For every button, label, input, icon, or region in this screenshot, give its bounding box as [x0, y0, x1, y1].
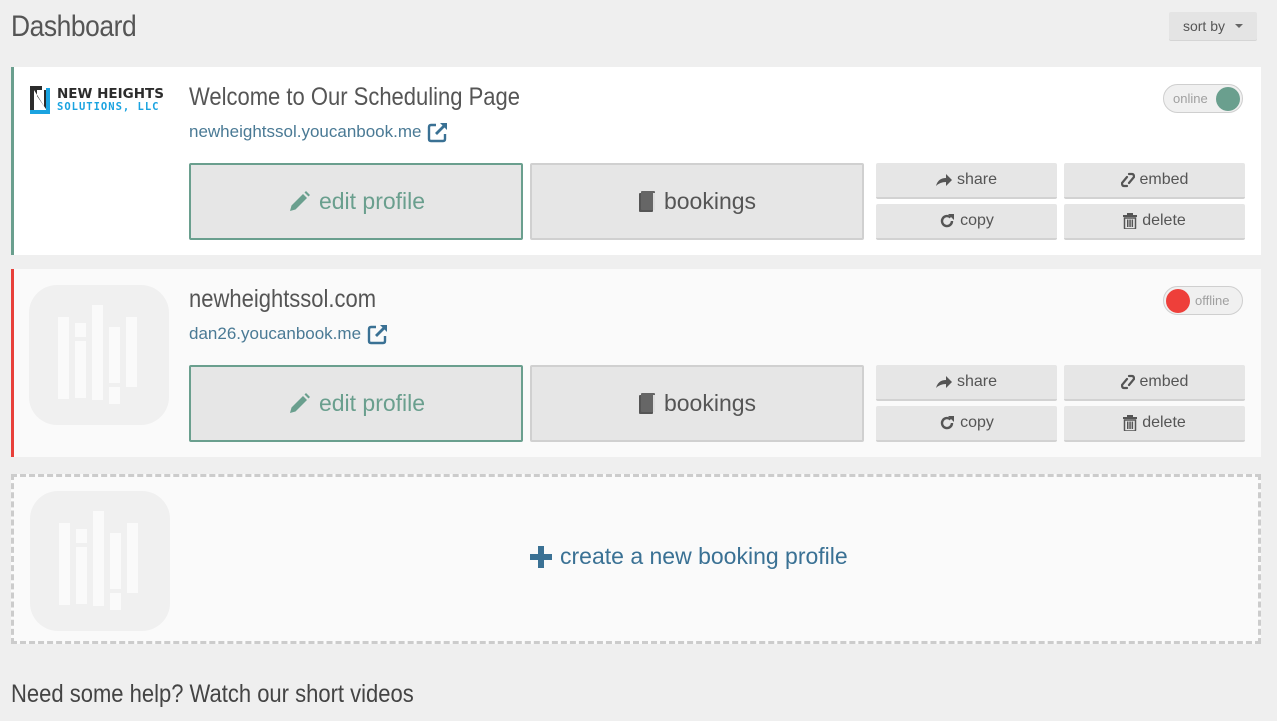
share-button[interactable]: share — [876, 163, 1057, 199]
help-heading: Need some help? Watch our short videos — [11, 680, 414, 708]
edit-profile-button[interactable]: edit profile — [189, 163, 523, 240]
delete-label: delete — [1142, 414, 1186, 431]
delete-button[interactable]: delete — [1064, 406, 1245, 442]
status-label: offline — [1195, 293, 1230, 308]
book-icon — [638, 392, 655, 414]
external-link-icon[interactable] — [367, 323, 389, 345]
share-label: share — [956, 171, 998, 188]
toggle-knob — [1166, 289, 1190, 313]
brand-subname: SOLUTIONS, LLC — [57, 101, 160, 113]
status-toggle[interactable]: online — [1163, 84, 1243, 113]
share-arrow-icon — [935, 376, 952, 388]
sort-by-label: sort by — [1182, 18, 1225, 34]
refresh-icon — [940, 416, 955, 430]
embed-button[interactable]: embed — [1064, 365, 1245, 401]
refresh-icon — [940, 214, 955, 228]
profile-title: Welcome to Our Scheduling Page — [189, 83, 521, 111]
share-label: share — [956, 373, 998, 390]
share-arrow-icon — [935, 174, 952, 186]
status-toggle[interactable]: offline — [1163, 286, 1243, 315]
pencil-icon — [289, 190, 310, 211]
caret-down-icon — [1235, 24, 1243, 28]
profile-link[interactable]: dan26.youcanbook.me — [189, 323, 389, 345]
edit-profile-button[interactable]: edit profile — [189, 365, 523, 442]
edit-profile-label: edit profile — [318, 188, 426, 214]
embed-label: embed — [1139, 373, 1189, 390]
create-profile-link[interactable]: create a new booking profile — [530, 543, 848, 570]
trash-icon — [1123, 415, 1138, 431]
placeholder-logo-icon — [29, 285, 169, 425]
create-profile-card[interactable]: create a new booking profile — [11, 474, 1261, 644]
profile-card: NEW HEIGHTS SOLUTIONS, LLC Welcome to Ou… — [11, 67, 1261, 255]
bookings-label: bookings — [663, 390, 757, 416]
embed-label: embed — [1139, 171, 1189, 188]
profile-card: newheightssol.com dan26.youcanbook.me of… — [11, 269, 1261, 457]
trash-icon — [1123, 213, 1138, 229]
new-heights-logo-icon — [30, 86, 50, 114]
share-button[interactable]: share — [876, 365, 1057, 401]
plus-icon — [530, 545, 552, 568]
embed-button[interactable]: embed — [1064, 163, 1245, 199]
placeholder-logo-icon — [30, 491, 170, 631]
status-label: online — [1173, 91, 1208, 106]
profile-link[interactable]: newheightssol.youcanbook.me — [189, 121, 449, 143]
edit-profile-label: edit profile — [318, 390, 426, 416]
copy-button[interactable]: copy — [876, 406, 1057, 442]
bookings-label: bookings — [663, 188, 757, 214]
delete-button[interactable]: delete — [1064, 204, 1245, 240]
profile-url[interactable]: newheightssol.youcanbook.me — [189, 122, 421, 142]
sort-by-dropdown[interactable]: sort by — [1169, 12, 1257, 40]
link-icon — [1120, 172, 1135, 188]
brand-name: NEW HEIGHTS — [57, 85, 164, 102]
brand-logo: NEW HEIGHTS SOLUTIONS, LLC — [28, 83, 174, 117]
external-link-icon[interactable] — [427, 121, 449, 143]
pencil-icon — [289, 392, 310, 413]
delete-label: delete — [1142, 212, 1186, 229]
copy-label: copy — [960, 212, 994, 229]
book-icon — [638, 190, 655, 212]
copy-button[interactable]: copy — [876, 204, 1057, 240]
toggle-knob — [1216, 87, 1240, 111]
create-profile-label: create a new booking profile — [560, 543, 848, 569]
bookings-button[interactable]: bookings — [530, 163, 864, 240]
link-icon — [1120, 374, 1135, 390]
copy-label: copy — [960, 414, 994, 431]
profile-title: newheightssol.com — [189, 285, 377, 313]
page-title: Dashboard — [11, 10, 137, 43]
profile-url[interactable]: dan26.youcanbook.me — [189, 324, 361, 344]
bookings-button[interactable]: bookings — [530, 365, 864, 442]
